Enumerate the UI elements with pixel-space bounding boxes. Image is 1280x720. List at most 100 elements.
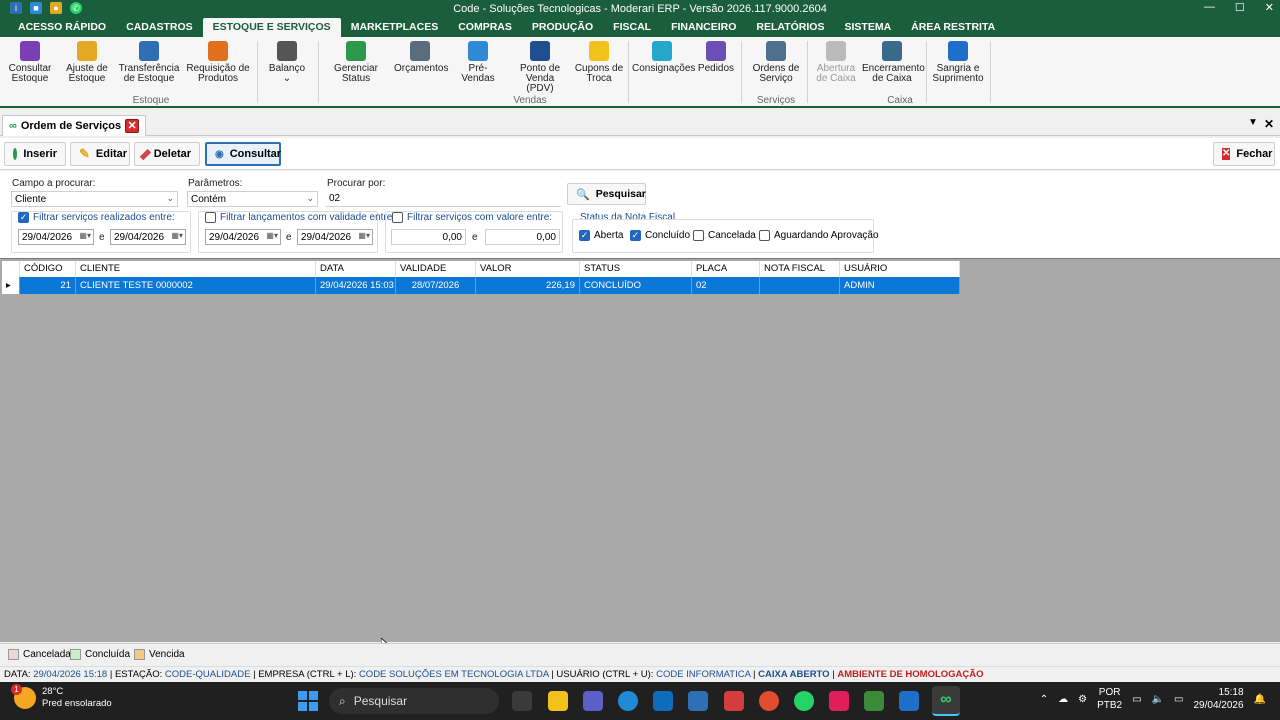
cloud-icon[interactable]: ☁: [1058, 694, 1068, 705]
menu-item-9[interactable]: SISTEMA: [834, 18, 901, 37]
outlook-icon[interactable]: [688, 691, 708, 711]
filter-validity-checkbox[interactable]: Filtrar lançamentos com validade entre:: [205, 212, 395, 223]
column-header[interactable]: PLACA: [692, 261, 760, 277]
ribbon-button-scanner[interactable]: Balanço ⌄: [264, 41, 310, 84]
params-select[interactable]: Contém ⌄: [187, 191, 318, 207]
menu-item-7[interactable]: FINANCEIRO: [661, 18, 746, 37]
ribbon-button-cart[interactable]: Pré-Vendas: [452, 41, 504, 84]
ribbon-button-pos[interactable]: Ponto de Venda (PDV): [512, 41, 568, 94]
edge-icon[interactable]: [618, 691, 638, 711]
calendar-icon[interactable]: ▦▾: [258, 231, 278, 243]
ribbon-button-orders[interactable]: Pedidos: [697, 41, 735, 74]
notepad-icon[interactable]: [864, 691, 884, 711]
menu-item-3[interactable]: MARKETPLACES: [341, 18, 449, 37]
vs-icon[interactable]: [899, 691, 919, 711]
company-value[interactable]: CODE SOLUÇÕES EM TECNOLOGIA LTDA: [359, 669, 549, 680]
menu-item-0[interactable]: ACESSO RÁPIDO: [8, 18, 116, 37]
ribbon-button-calculator[interactable]: Orçamentos: [394, 41, 448, 74]
menu-item-10[interactable]: ÁREA RESTRITA: [901, 18, 1005, 37]
search-button[interactable]: 🔍 Pesquisar: [567, 183, 646, 205]
edit-button[interactable]: ✎ Editar: [70, 142, 130, 166]
tab-ordem-servicos[interactable]: ∞ Ordem de Serviços ✕: [2, 115, 147, 136]
language-indicator[interactable]: POR PTB2: [1097, 686, 1122, 712]
store-icon[interactable]: [653, 691, 673, 711]
column-header[interactable]: VALOR: [476, 261, 580, 277]
column-header[interactable]: DATA: [316, 261, 396, 277]
column-header[interactable]: CLIENTE: [76, 261, 316, 277]
results-grid[interactable]: CÓDIGO CLIENTE DATA VALIDADE VALOR STATUS PLAC…: [0, 258, 1280, 653]
status-option-3[interactable]: Aguardando Aprovação: [759, 230, 879, 241]
status-option-1[interactable]: ✓ Concluído: [630, 230, 690, 241]
column-header[interactable]: NOTA FISCAL: [760, 261, 840, 277]
sun-icon: 1: [11, 684, 36, 709]
close-window-button[interactable]: ✕: [1265, 1, 1274, 14]
user-value[interactable]: CODE INFORMATICA: [656, 669, 750, 680]
menu-item-1[interactable]: CADASTROS: [116, 18, 203, 37]
tab-menu-icon[interactable]: ▼: [1248, 117, 1258, 131]
value-from-field[interactable]: 0,00: [391, 229, 466, 245]
monitor-icon[interactable]: ▭: [1132, 694, 1141, 705]
teams-icon[interactable]: [583, 691, 603, 711]
clock[interactable]: 15:18 29/04/2026: [1193, 686, 1243, 712]
ribbon-button-check-board[interactable]: Gerenciar Status: [332, 41, 380, 84]
status-option-2[interactable]: Cancelada: [693, 230, 756, 241]
ribbon-button-coupon[interactable]: Cupons de Troca: [573, 41, 625, 84]
task-view-icon[interactable]: [512, 691, 532, 711]
column-header[interactable]: CÓDIGO: [20, 261, 76, 277]
menu-item-6[interactable]: FISCAL: [603, 18, 661, 37]
ribbon-button-consign[interactable]: Consignações: [632, 41, 695, 74]
menu-item-2[interactable]: ESTOQUE E SERVIÇOS: [202, 18, 341, 37]
speaker-icon[interactable]: 🔈: [1152, 694, 1164, 705]
calendar-icon[interactable]: ▦▾: [163, 231, 183, 243]
filter-date-checkbox[interactable]: ✓ Filtrar serviços realizados entre:: [18, 212, 175, 223]
calendar-icon[interactable]: ▦▾: [350, 231, 370, 243]
menu-item-4[interactable]: COMPRAS: [448, 18, 522, 37]
windows-start-icon[interactable]: [298, 691, 318, 711]
ribbon-button-worker-cart[interactable]: Ajuste de Estoque: [62, 41, 112, 84]
eraser-icon: [139, 148, 151, 160]
close-tab-button[interactable]: ✕: [125, 119, 140, 133]
query-button[interactable]: ◉ Consultar: [205, 142, 281, 166]
slack-icon[interactable]: [829, 691, 849, 711]
network-icon[interactable]: ⚙: [1078, 694, 1087, 705]
field-select[interactable]: Cliente ⌄: [11, 191, 178, 207]
date-to-field[interactable]: 29/04/2026 ▦▾: [110, 229, 186, 245]
date-from-field[interactable]: 29/04/2026 ▦▾: [18, 229, 94, 245]
maximize-button[interactable]: ☐: [1235, 1, 1245, 14]
ribbon-button-barcode[interactable]: Consultar Estoque: [6, 41, 54, 84]
ribbon-button-transfer[interactable]: Transferência de Estoque: [118, 41, 180, 84]
insert-button[interactable]: Inserir: [4, 142, 66, 166]
ribbon-button-money[interactable]: Sangria e Suprimento: [932, 41, 984, 84]
weather-widget[interactable]: 1 28°C Pred ensolarado: [11, 684, 112, 710]
column-header[interactable]: USUÁRIO: [840, 261, 960, 277]
taskbar-search[interactable]: ⌕ Pesquisar: [329, 688, 499, 714]
whatsapp-icon[interactable]: [794, 691, 814, 711]
anydesk-icon[interactable]: [724, 691, 744, 711]
delete-button[interactable]: Deletar: [134, 142, 200, 166]
validity-to-field[interactable]: 29/04/2026 ▦▾: [297, 229, 373, 245]
chrome-icon[interactable]: [759, 691, 779, 711]
value-to-field[interactable]: 0,00: [485, 229, 560, 245]
filter-value-checkbox[interactable]: Filtrar serviços com valore entre:: [392, 212, 552, 223]
close-all-icon[interactable]: ✕: [1264, 117, 1274, 131]
validity-from-field[interactable]: 29/04/2026 ▦▾: [205, 229, 281, 245]
search-input[interactable]: 02: [326, 191, 561, 207]
ribbon-button-cash-register[interactable]: Encerramento de Caixa: [862, 41, 925, 84]
file-explorer-icon[interactable]: [548, 691, 568, 711]
minimize-button[interactable]: —: [1204, 1, 1215, 14]
ribbon-button-cash-open[interactable]: Abertura de Caixa: [814, 41, 858, 84]
battery-icon[interactable]: ▭: [1174, 694, 1183, 705]
notification-icon[interactable]: 🔔: [1254, 694, 1266, 705]
column-header[interactable]: VALIDADE: [396, 261, 476, 277]
close-button[interactable]: ✕ Fechar: [1213, 142, 1275, 166]
table-row[interactable]: ▸ 21 CLIENTE TESTE 0000002 29/04/2026 15:03…: [2, 277, 960, 294]
moderari-app-icon[interactable]: ∞: [932, 686, 960, 716]
menu-item-5[interactable]: PRODUÇÃO: [522, 18, 603, 37]
ribbon-button-person-box[interactable]: Requisição de Produtos: [186, 41, 250, 84]
chevron-up-icon[interactable]: ⌃: [1040, 694, 1048, 705]
ribbon-button-gears[interactable]: Ordens de Serviço: [750, 41, 802, 84]
column-header[interactable]: STATUS: [580, 261, 692, 277]
calendar-icon[interactable]: ▦▾: [71, 231, 91, 243]
status-option-0[interactable]: ✓ Aberta: [579, 230, 623, 241]
menu-item-8[interactable]: RELATÓRIOS: [746, 18, 834, 37]
